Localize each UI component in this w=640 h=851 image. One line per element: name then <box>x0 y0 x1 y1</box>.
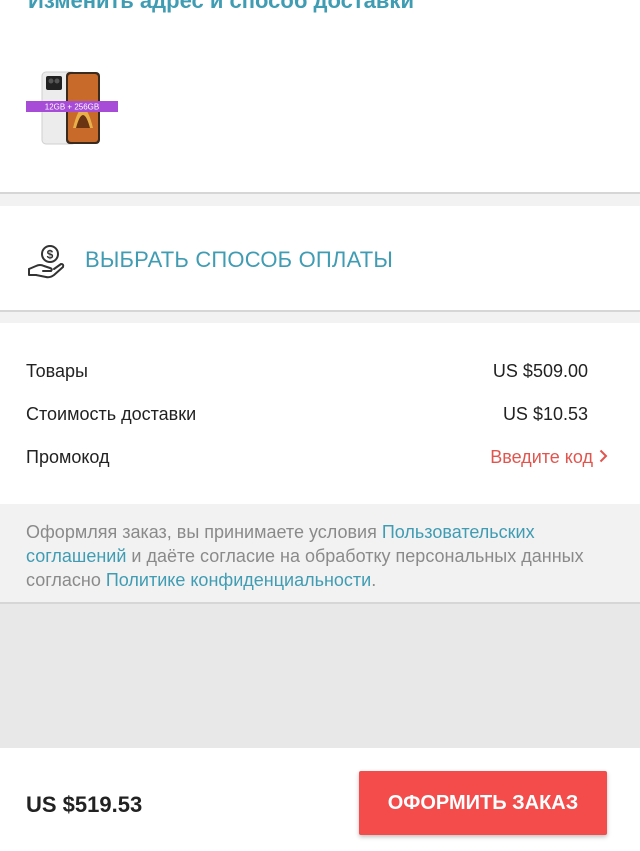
goods-label: Товары <box>26 361 88 381</box>
hand-coin-icon: $ <box>28 245 65 279</box>
terms-text-part3: . <box>371 570 377 590</box>
promo-row[interactable]: Промокод Введите код <box>26 447 608 473</box>
terms-text-part1: Оформляя заказ, вы принимаете условия <box>26 522 382 542</box>
shipping-row: Стоимость доставки US $10.53 <box>26 404 588 430</box>
chevron-right-icon <box>599 447 608 468</box>
promo-label: Промокод <box>26 447 110 467</box>
change-address-link[interactable]: Изменить адрес и способ доставки <box>28 0 414 14</box>
product-thumbnail[interactable]: 12GB + 256GB <box>26 68 118 150</box>
empty-area <box>0 604 640 748</box>
order-total: US $519.53 <box>26 792 143 817</box>
memory-badge-text: 12GB + 256GB <box>45 103 99 112</box>
privacy-policy-link[interactable]: Политике конфиденциальности <box>106 570 371 590</box>
terms-notice: Оформляя заказ, вы принимаете условия По… <box>0 504 640 604</box>
enter-promo-code-link[interactable]: Введите код <box>490 447 608 468</box>
terms-text: Оформляя заказ, вы принимаете условия По… <box>26 520 626 592</box>
goods-value: US $509.00 <box>492 361 588 381</box>
enter-promo-code-text: Введите код <box>490 447 593 467</box>
svg-text:$: $ <box>47 248 54 262</box>
goods-row: Товары US $509.00 <box>26 361 588 387</box>
checkout-bar: US $519.53 ОФОРМИТЬ ЗАКАЗ <box>0 748 640 851</box>
shipping-label: Стоимость доставки <box>26 404 197 424</box>
select-payment-label[interactable]: ВЫБРАТЬ СПОСОБ ОПЛАТЫ <box>85 247 393 273</box>
shipping-value: US $10.53 <box>502 404 588 424</box>
place-order-button[interactable]: ОФОРМИТЬ ЗАКАЗ <box>359 771 607 835</box>
payment-method-section[interactable]: $ ВЫБРАТЬ СПОСОБ ОПЛАТЫ <box>0 206 640 312</box>
delivery-section: Изменить адрес и способ доставки 12GB + … <box>0 0 640 194</box>
order-summary: Товары US $509.00 Стоимость доставки US … <box>0 323 640 504</box>
